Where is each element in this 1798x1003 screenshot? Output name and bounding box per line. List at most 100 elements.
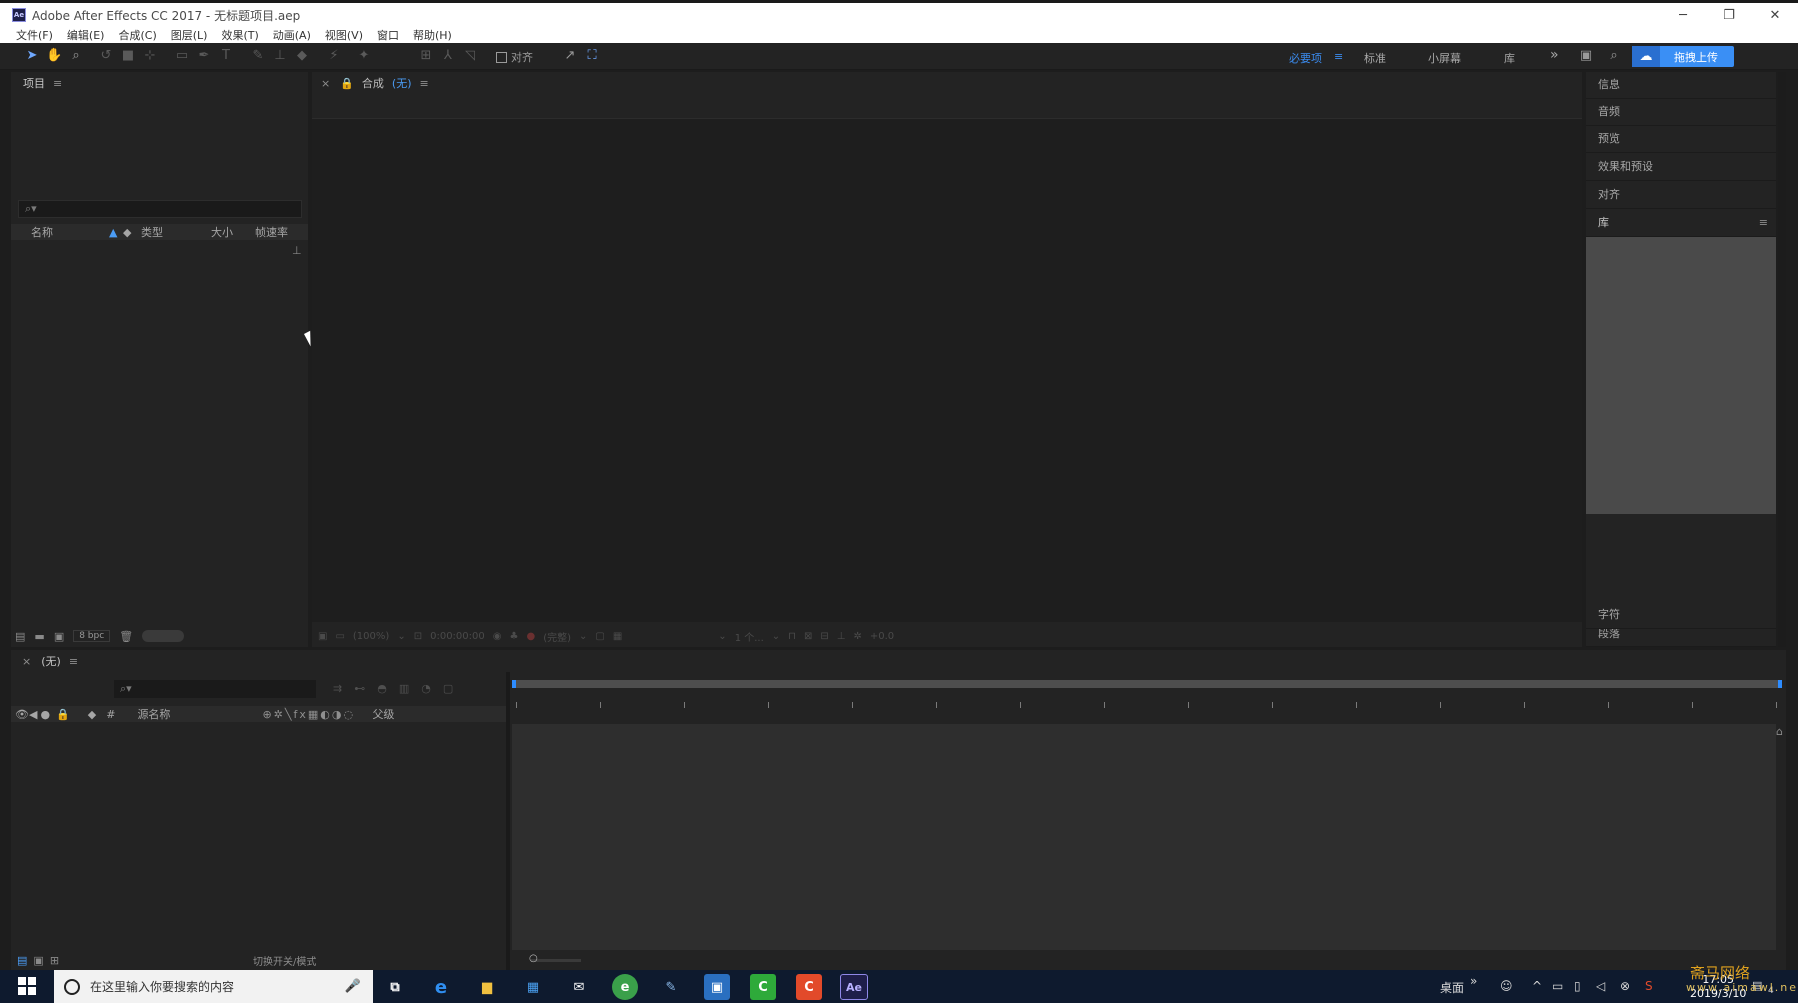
timeline-comp-name[interactable]: (无): [41, 653, 61, 669]
chevron-down-icon[interactable]: ⌄: [579, 631, 587, 642]
libraries-menu-icon[interactable]: ≡: [1759, 210, 1768, 236]
cortana-icon[interactable]: [64, 978, 80, 995]
composition-viewer[interactable]: [312, 118, 1582, 622]
task-view-icon[interactable]: ⧉: [382, 974, 408, 1000]
world-axis-icon[interactable]: ⅄: [440, 48, 456, 64]
layer-switches-pane-icon[interactable]: ▤: [17, 954, 27, 967]
minimize-button[interactable]: ─: [1660, 3, 1706, 27]
right-panel-scrollbar[interactable]: [1778, 72, 1786, 647]
chevron-down-icon[interactable]: ⌄: [772, 631, 780, 642]
chevron-down-icon[interactable]: ⌄: [718, 631, 726, 642]
thumbnail-slider[interactable]: [142, 630, 185, 642]
status-icon[interactable]: ⊗: [1620, 979, 1630, 993]
workspace-tab-standard[interactable]: 标准: [1364, 50, 1386, 66]
store-icon[interactable]: ▦: [520, 974, 546, 1000]
zoom-tool-icon[interactable]: ⌕: [68, 48, 84, 64]
file-explorer-icon[interactable]: ▆: [474, 974, 500, 1000]
rotate-tool-icon[interactable]: ↺: [98, 48, 114, 64]
menu-layer[interactable]: 图层(L): [171, 27, 208, 43]
browser-360-icon[interactable]: e: [612, 974, 638, 1000]
timeline-icon[interactable]: ⊟: [820, 631, 828, 642]
search-help-icon[interactable]: ⌕: [1606, 48, 1622, 64]
mail-icon[interactable]: ✉: [566, 974, 592, 1000]
draft-3d-icon[interactable]: ⊷: [354, 682, 365, 695]
libraries-content-area[interactable]: [1586, 237, 1776, 514]
timeline-divider[interactable]: [506, 672, 510, 970]
always-preview-icon[interactable]: ▣: [318, 631, 327, 642]
panel-libraries[interactable]: 库 ≡: [1586, 210, 1776, 237]
timeline-panel-menu-icon[interactable]: ≡: [69, 655, 78, 668]
notepad-icon[interactable]: ✎: [658, 974, 684, 1000]
composition-panel-menu-icon[interactable]: ≡: [420, 77, 429, 90]
flowchart-icon[interactable]: ⊥: [837, 631, 846, 642]
work-area-bar[interactable]: [512, 680, 1782, 688]
panel-paragraph[interactable]: 段落: [1586, 629, 1776, 647]
panel-align[interactable]: 对齐: [1586, 182, 1776, 209]
workspace-menu-icon[interactable]: ≡: [1334, 50, 1343, 63]
sort-ascending-icon[interactable]: ▲: [109, 226, 123, 239]
region-of-interest-icon[interactable]: ▢: [595, 631, 604, 642]
lock-icon[interactable]: 🔒: [340, 77, 354, 90]
camtasia-green-icon[interactable]: C: [750, 974, 776, 1000]
panel-character[interactable]: 字符: [1586, 602, 1776, 629]
roto-brush-tool-icon[interactable]: ⚡: [326, 48, 342, 64]
selection-tool-icon[interactable]: ➤: [24, 48, 40, 64]
graph-editor-icon[interactable]: ▢: [443, 682, 453, 695]
local-axis-icon[interactable]: ⊞: [418, 48, 434, 64]
snap-toggle[interactable]: 对齐: [496, 49, 533, 65]
menu-effect[interactable]: 效果(T): [221, 27, 258, 43]
timeline-search-input[interactable]: ⌕▾: [114, 680, 316, 698]
exposure-value[interactable]: +0.0: [870, 631, 894, 642]
snap-grid-icon[interactable]: ⛶: [584, 48, 600, 64]
new-folder-icon[interactable]: ▬: [34, 630, 44, 643]
windows-start-icon[interactable]: [18, 977, 36, 995]
lock-column-icon[interactable]: 🔒: [56, 708, 70, 721]
zoom-slider[interactable]: [531, 959, 581, 962]
menu-help[interactable]: 帮助(H): [413, 27, 452, 43]
source-name-column[interactable]: 源名称: [137, 706, 262, 722]
pen-tool-icon[interactable]: ✒: [196, 48, 212, 64]
show-snapshot-icon[interactable]: ♣: [509, 631, 518, 642]
in-out-pane-icon[interactable]: ⊞: [50, 954, 59, 967]
channel-icon[interactable]: ●: [526, 631, 535, 642]
eraser-tool-icon[interactable]: ◆: [294, 48, 310, 64]
magnification-dropdown[interactable]: (100%): [353, 631, 389, 642]
composition-name[interactable]: (无): [392, 75, 412, 91]
view-layout-dropdown[interactable]: 1 个...: [735, 629, 764, 644]
composition-tab-label[interactable]: 合成: [362, 75, 384, 91]
taskbar-search-box[interactable]: 在这里输入你要搜索的内容 🎤: [54, 970, 373, 1003]
rectangle-tool-icon[interactable]: ▭: [174, 48, 190, 64]
toggle-switches-modes[interactable]: 切换开关/模式: [253, 953, 316, 968]
solo-icon[interactable]: ●: [40, 708, 50, 721]
toolbar-expand-icon[interactable]: »: [1470, 974, 1477, 988]
sogou-input-icon[interactable]: S: [1645, 979, 1653, 993]
comp-button-icon[interactable]: ⌂: [1776, 725, 1783, 738]
layer-number-column[interactable]: #: [106, 708, 115, 721]
edge-browser-icon[interactable]: e: [428, 974, 454, 1000]
menu-edit[interactable]: 编辑(E): [67, 27, 105, 43]
current-time[interactable]: 0:00:00:00: [430, 631, 485, 642]
restore-button[interactable]: ❐: [1706, 3, 1752, 27]
network-icon[interactable]: ▯: [1574, 979, 1581, 993]
panel-preview[interactable]: 预览: [1586, 126, 1776, 153]
safe-zones-icon[interactable]: ⊡: [414, 631, 422, 642]
snap-checkbox[interactable]: [496, 51, 507, 63]
layer-list[interactable]: [11, 724, 506, 950]
flowchart-icon[interactable]: ⊥: [292, 244, 302, 257]
panel-layout-icon[interactable]: ▣: [1576, 48, 1596, 64]
hand-tool-icon[interactable]: ✋: [46, 48, 62, 64]
clone-stamp-tool-icon[interactable]: ⊥: [272, 48, 288, 64]
interpret-footage-icon[interactable]: ▤: [15, 630, 25, 643]
menu-file[interactable]: 文件(F): [16, 27, 53, 43]
column-name[interactable]: 名称: [31, 224, 109, 240]
time-ruler[interactable]: [512, 680, 1782, 724]
microphone-icon[interactable]: 🎤: [345, 979, 361, 994]
frame-blending-icon[interactable]: ▥: [399, 682, 409, 695]
battery-icon[interactable]: ▭: [1552, 979, 1563, 993]
transparency-grid-icon[interactable]: ▦: [613, 631, 622, 642]
project-panel-menu-icon[interactable]: ≡: [53, 77, 62, 90]
type-tool-icon[interactable]: T: [218, 48, 234, 64]
desktop-toolbar-label[interactable]: 桌面: [1440, 979, 1464, 996]
close-window-button[interactable]: ✕: [1752, 3, 1798, 27]
zoom-slider-handle[interactable]: ○: [529, 953, 538, 964]
